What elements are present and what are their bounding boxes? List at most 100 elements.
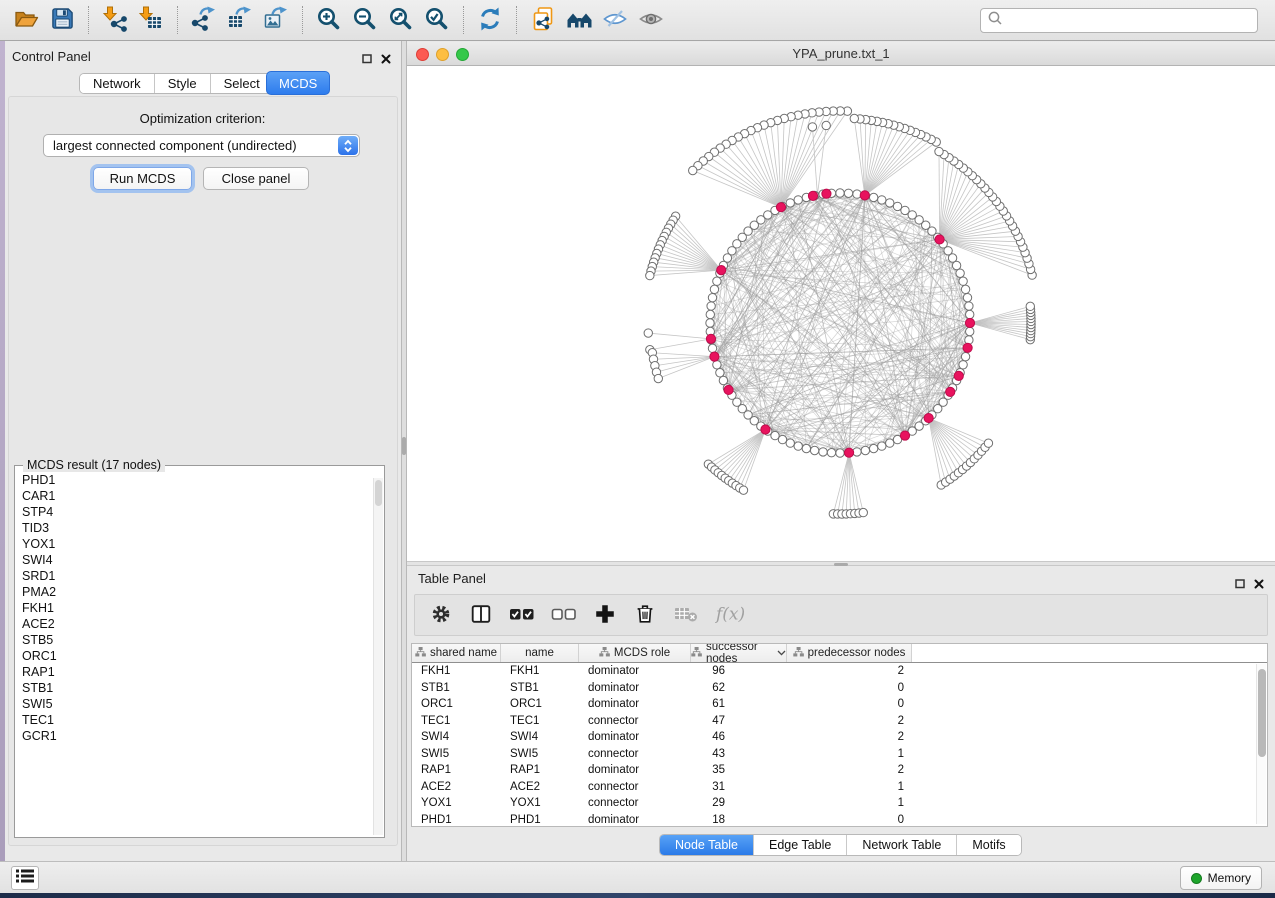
search-box[interactable] xyxy=(980,8,1258,33)
table-row[interactable]: ORC1ORC1dominator610 xyxy=(412,696,1267,713)
tab-node-table[interactable]: Node Table xyxy=(660,835,754,855)
tab-network[interactable]: Network xyxy=(80,74,155,93)
eye-hidden-button[interactable] xyxy=(597,3,633,37)
mcds-result-node[interactable]: FKH1 xyxy=(22,600,372,616)
tab-network-table[interactable]: Network Table xyxy=(847,835,957,855)
table-row[interactable]: SWI4SWI4dominator462 xyxy=(412,729,1267,746)
cell-shared-name[interactable]: ORC1 xyxy=(412,696,501,713)
cell-shared-name[interactable]: YOX1 xyxy=(412,795,501,812)
tab-select[interactable]: Select xyxy=(211,74,273,93)
criterion-dropdown[interactable]: largest connected component (undirected) xyxy=(43,134,360,157)
delete-column-button[interactable] xyxy=(633,600,657,630)
cell-name[interactable]: STB1 xyxy=(501,680,579,697)
cell-MCDS-role[interactable]: dominator xyxy=(579,762,691,779)
import-table-button[interactable] xyxy=(133,3,169,37)
cell-MCDS-role[interactable]: dominator xyxy=(579,729,691,746)
cell-successor-nodes[interactable]: 29 xyxy=(691,795,787,812)
mcds-result-node[interactable]: YOX1 xyxy=(22,536,372,552)
cell-MCDS-role[interactable]: dominator xyxy=(579,680,691,697)
network-window-titlebar[interactable]: YPA_prune.txt_1 xyxy=(407,42,1275,66)
task-history-button[interactable] xyxy=(11,866,39,890)
cell-name[interactable]: ORC1 xyxy=(501,696,579,713)
table-row[interactable]: YOX1YOX1connector291 xyxy=(412,795,1267,812)
column-header-successor-nodes[interactable]: successor nodes xyxy=(691,644,787,662)
cell-predecessor-nodes[interactable]: 0 xyxy=(787,680,912,697)
column-header-shared-name[interactable]: shared name xyxy=(412,644,501,662)
node-table-scrollbar-thumb[interactable] xyxy=(1258,669,1266,757)
mcds-result-node[interactable]: SRD1 xyxy=(22,568,372,584)
mcds-result-node[interactable]: SWI5 xyxy=(22,696,372,712)
clone-network-button[interactable] xyxy=(525,3,561,37)
mcds-result-node[interactable]: RAP1 xyxy=(22,664,372,680)
deselect-all-columns-button[interactable] xyxy=(551,600,577,630)
import-network-button[interactable] xyxy=(97,3,133,37)
export-table-button[interactable] xyxy=(222,3,258,37)
refresh-button[interactable] xyxy=(472,3,508,37)
tab-motifs[interactable]: Motifs xyxy=(957,835,1020,855)
mcds-result-node[interactable]: PMA2 xyxy=(22,584,372,600)
cell-shared-name[interactable]: PHD1 xyxy=(412,812,501,828)
cell-name[interactable]: FKH1 xyxy=(501,663,579,680)
run-mcds-button[interactable]: Run MCDS xyxy=(93,167,192,190)
cell-successor-nodes[interactable]: 96 xyxy=(691,663,787,680)
zoom-fit-button[interactable] xyxy=(383,3,419,37)
table-row[interactable]: RAP1RAP1dominator352 xyxy=(412,762,1267,779)
cell-MCDS-role[interactable]: dominator xyxy=(579,812,691,828)
export-image-button[interactable] xyxy=(258,3,294,37)
mcds-result-node[interactable]: STB5 xyxy=(22,632,372,648)
cell-name[interactable]: TEC1 xyxy=(501,713,579,730)
table-row[interactable]: TEC1TEC1connector472 xyxy=(412,713,1267,730)
mcds-result-node[interactable]: SWI4 xyxy=(22,552,372,568)
close-panel-button[interactable]: Close panel xyxy=(203,167,309,190)
cell-predecessor-nodes[interactable]: 1 xyxy=(787,779,912,796)
zoom-out-button[interactable] xyxy=(347,3,383,37)
column-header-predecessor-nodes[interactable]: predecessor nodes xyxy=(787,644,912,662)
search-input[interactable] xyxy=(1007,14,1257,28)
column-header-name[interactable]: name xyxy=(501,644,579,662)
mcds-result-node[interactable]: GCR1 xyxy=(22,728,372,744)
column-visibility-button[interactable] xyxy=(469,600,493,630)
table-settings-gear-button[interactable] xyxy=(429,600,453,630)
cell-successor-nodes[interactable]: 31 xyxy=(691,779,787,796)
cell-shared-name[interactable]: TEC1 xyxy=(412,713,501,730)
cell-predecessor-nodes[interactable]: 1 xyxy=(787,795,912,812)
table-row[interactable]: PHD1PHD1dominator180 xyxy=(412,812,1267,828)
mcds-result-node[interactable]: STB1 xyxy=(22,680,372,696)
open-session-button[interactable] xyxy=(8,3,44,37)
vertical-splitter-handle[interactable] xyxy=(402,437,406,455)
mcds-result-node[interactable]: STP4 xyxy=(22,504,372,520)
zoom-in-button[interactable] xyxy=(311,3,347,37)
cell-shared-name[interactable]: ACE2 xyxy=(412,779,501,796)
cell-predecessor-nodes[interactable]: 0 xyxy=(787,812,912,828)
cell-successor-nodes[interactable]: 61 xyxy=(691,696,787,713)
close-window-icon[interactable] xyxy=(416,48,429,61)
cell-name[interactable]: ACE2 xyxy=(501,779,579,796)
table-row[interactable]: STB1STB1dominator620 xyxy=(412,680,1267,697)
cell-name[interactable]: SWI5 xyxy=(501,746,579,763)
cell-successor-nodes[interactable]: 43 xyxy=(691,746,787,763)
cell-name[interactable]: YOX1 xyxy=(501,795,579,812)
cell-name[interactable]: PHD1 xyxy=(501,812,579,828)
cell-name[interactable]: SWI4 xyxy=(501,729,579,746)
maximize-window-icon[interactable] xyxy=(456,48,469,61)
cell-MCDS-role[interactable]: dominator xyxy=(579,663,691,680)
cell-MCDS-role[interactable]: connector xyxy=(579,795,691,812)
cell-predecessor-nodes[interactable]: 2 xyxy=(787,729,912,746)
cell-MCDS-role[interactable]: connector xyxy=(579,713,691,730)
tab-style[interactable]: Style xyxy=(155,74,211,93)
cell-name[interactable]: RAP1 xyxy=(501,762,579,779)
cell-successor-nodes[interactable]: 62 xyxy=(691,680,787,697)
zoom-selected-button[interactable] xyxy=(419,3,455,37)
cell-successor-nodes[interactable]: 47 xyxy=(691,713,787,730)
cell-shared-name[interactable]: FKH1 xyxy=(412,663,501,680)
column-header-MCDS-role[interactable]: MCDS role xyxy=(579,644,691,662)
cell-predecessor-nodes[interactable]: 0 xyxy=(787,696,912,713)
export-network-button[interactable] xyxy=(186,3,222,37)
control-panel-close-icon[interactable] xyxy=(381,51,391,69)
cell-predecessor-nodes[interactable]: 1 xyxy=(787,746,912,763)
tab-edge-table[interactable]: Edge Table xyxy=(754,835,847,855)
node-table-scrollbar[interactable] xyxy=(1256,664,1266,824)
cell-successor-nodes[interactable]: 35 xyxy=(691,762,787,779)
mcds-result-node[interactable]: CAR1 xyxy=(22,488,372,504)
mcds-result-node[interactable]: ACE2 xyxy=(22,616,372,632)
